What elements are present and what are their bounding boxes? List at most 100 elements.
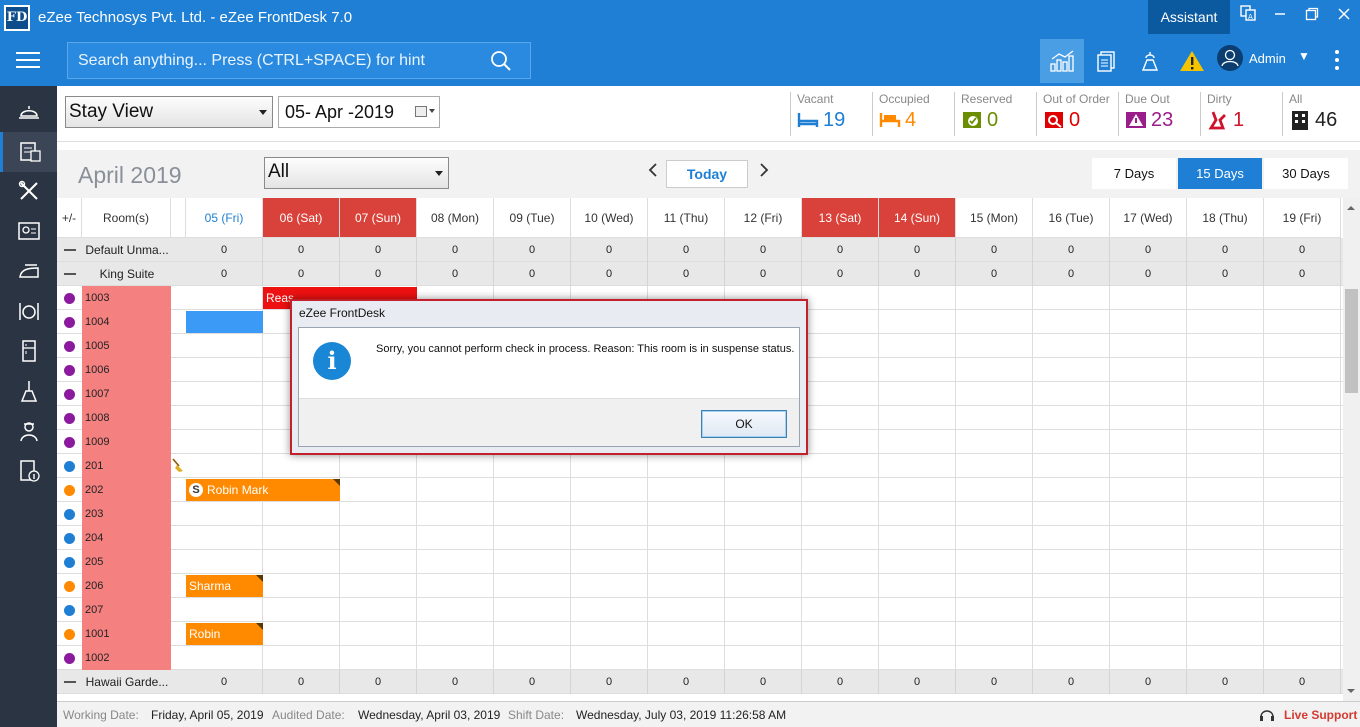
sidebar-item-restaurant[interactable]: [0, 292, 57, 332]
calendar-cell[interactable]: [802, 526, 879, 550]
calendar-cell[interactable]: [1110, 502, 1187, 526]
calendar-cell[interactable]: [1187, 622, 1264, 646]
calendar-cell[interactable]: [1110, 358, 1187, 382]
calendar-cell[interactable]: [802, 574, 879, 598]
calendar-cell[interactable]: [1110, 550, 1187, 574]
calendar-cell[interactable]: [571, 574, 648, 598]
calendar-cell[interactable]: [494, 574, 571, 598]
calendar-cell[interactable]: [1264, 286, 1341, 310]
calendar-cell[interactable]: [186, 502, 263, 526]
calendar-cell[interactable]: [956, 406, 1033, 430]
stat-occupied[interactable]: Occupied 4: [872, 92, 952, 136]
calendar-cell[interactable]: [1187, 358, 1264, 382]
calendar-cell[interactable]: [879, 478, 956, 502]
day-header[interactable]: 16 (Tue): [1033, 198, 1110, 238]
day-header[interactable]: 13 (Sat): [802, 198, 879, 238]
calendar-cell[interactable]: [879, 406, 956, 430]
calendar-cell[interactable]: [494, 598, 571, 622]
calendar-cell[interactable]: [1110, 646, 1187, 670]
calendar-cell[interactable]: [802, 406, 879, 430]
calendar-cell[interactable]: [1187, 406, 1264, 430]
calendar-cell[interactable]: [1033, 502, 1110, 526]
room-number[interactable]: 1007: [82, 382, 171, 406]
room-number[interactable]: 1008: [82, 406, 171, 430]
calendar-cell[interactable]: [802, 622, 879, 646]
sidebar-item-front-desk[interactable]: [0, 92, 57, 132]
view-select[interactable]: Stay View: [65, 96, 273, 128]
calendar-cell[interactable]: [1264, 430, 1341, 454]
today-button[interactable]: Today: [666, 160, 748, 188]
calendar-cell[interactable]: [879, 646, 956, 670]
calendar-cell[interactable]: [263, 454, 340, 478]
calendar-cell[interactable]: [1110, 310, 1187, 334]
calendar-cell[interactable]: [648, 454, 725, 478]
calendar-cell[interactable]: [1264, 598, 1341, 622]
calendar-cell[interactable]: [879, 310, 956, 334]
calendar-cell[interactable]: [879, 454, 956, 478]
calendar-cell[interactable]: [417, 454, 494, 478]
calendar-cell[interactable]: [186, 334, 263, 358]
calendar-cell[interactable]: [956, 550, 1033, 574]
minimize-icon[interactable]: [1266, 5, 1294, 29]
room-type-select[interactable]: All: [264, 157, 449, 189]
calendar-cell[interactable]: [417, 598, 494, 622]
calendar-cell[interactable]: [956, 502, 1033, 526]
calendar-cell[interactable]: [1187, 598, 1264, 622]
calendar-cell[interactable]: [648, 646, 725, 670]
calendar-cell[interactable]: [648, 502, 725, 526]
calendar-cell[interactable]: [494, 478, 571, 502]
calendar-cell[interactable]: [263, 574, 340, 598]
restore-icon[interactable]: [1298, 5, 1326, 29]
calendar-icon[interactable]: [415, 106, 427, 117]
calendar-cell[interactable]: [1187, 382, 1264, 406]
calendar-cell[interactable]: [648, 526, 725, 550]
calendar-cell[interactable]: [571, 550, 648, 574]
room-number[interactable]: 203: [82, 502, 171, 526]
calendar-cell[interactable]: [802, 550, 879, 574]
calendar-cell[interactable]: [1264, 358, 1341, 382]
calendar-cell[interactable]: [956, 358, 1033, 382]
calendar-cell[interactable]: [186, 454, 263, 478]
day-header[interactable]: 15 (Mon): [956, 198, 1033, 238]
calendar-cell[interactable]: [263, 526, 340, 550]
calendar-cell[interactable]: [186, 526, 263, 550]
calendar-cell[interactable]: [648, 550, 725, 574]
day-header[interactable]: 19 (Fri): [1264, 198, 1341, 238]
calendar-cell[interactable]: [1264, 478, 1341, 502]
calendar-cell[interactable]: [879, 502, 956, 526]
dashboard-chart-icon[interactable]: [1040, 39, 1084, 83]
calendar-cell[interactable]: [340, 502, 417, 526]
calendar-cell[interactable]: [1033, 334, 1110, 358]
documents-icon[interactable]: [1084, 39, 1128, 83]
calendar-cell[interactable]: [186, 598, 263, 622]
calendar-cell[interactable]: [802, 286, 879, 310]
live-support-link[interactable]: Live Support: [1284, 708, 1357, 722]
warning-icon[interactable]: [1170, 39, 1214, 83]
calendar-cell[interactable]: [1187, 646, 1264, 670]
day-header[interactable]: 09 (Tue): [494, 198, 571, 238]
calendar-cell[interactable]: [879, 358, 956, 382]
calendar-cell[interactable]: [879, 574, 956, 598]
calendar-cell[interactable]: [725, 598, 802, 622]
scroll-down-icon[interactable]: [1347, 689, 1355, 693]
calendar-cell[interactable]: [340, 646, 417, 670]
calendar-cell[interactable]: [417, 574, 494, 598]
booking-block[interactable]: Robin: [186, 623, 263, 645]
calendar-cell[interactable]: [879, 598, 956, 622]
scroll-thumb[interactable]: [1345, 289, 1358, 393]
calendar-cell[interactable]: [1264, 382, 1341, 406]
sidebar-item-stay-view[interactable]: [0, 132, 57, 172]
calendar-cell[interactable]: [956, 646, 1033, 670]
calendar-cell[interactable]: [1187, 310, 1264, 334]
calendar-cell[interactable]: [725, 526, 802, 550]
day-header[interactable]: 08 (Mon): [417, 198, 494, 238]
calendar-cell[interactable]: [571, 622, 648, 646]
calendar-cell[interactable]: [956, 622, 1033, 646]
calendar-cell[interactable]: [186, 550, 263, 574]
room-number[interactable]: 1004: [82, 310, 171, 334]
calendar-cell[interactable]: [1033, 286, 1110, 310]
calendar-cell[interactable]: [263, 622, 340, 646]
calendar-cell[interactable]: [263, 646, 340, 670]
user-menu[interactable]: Admin ▼: [1217, 44, 1313, 76]
calendar-cell[interactable]: [956, 286, 1033, 310]
